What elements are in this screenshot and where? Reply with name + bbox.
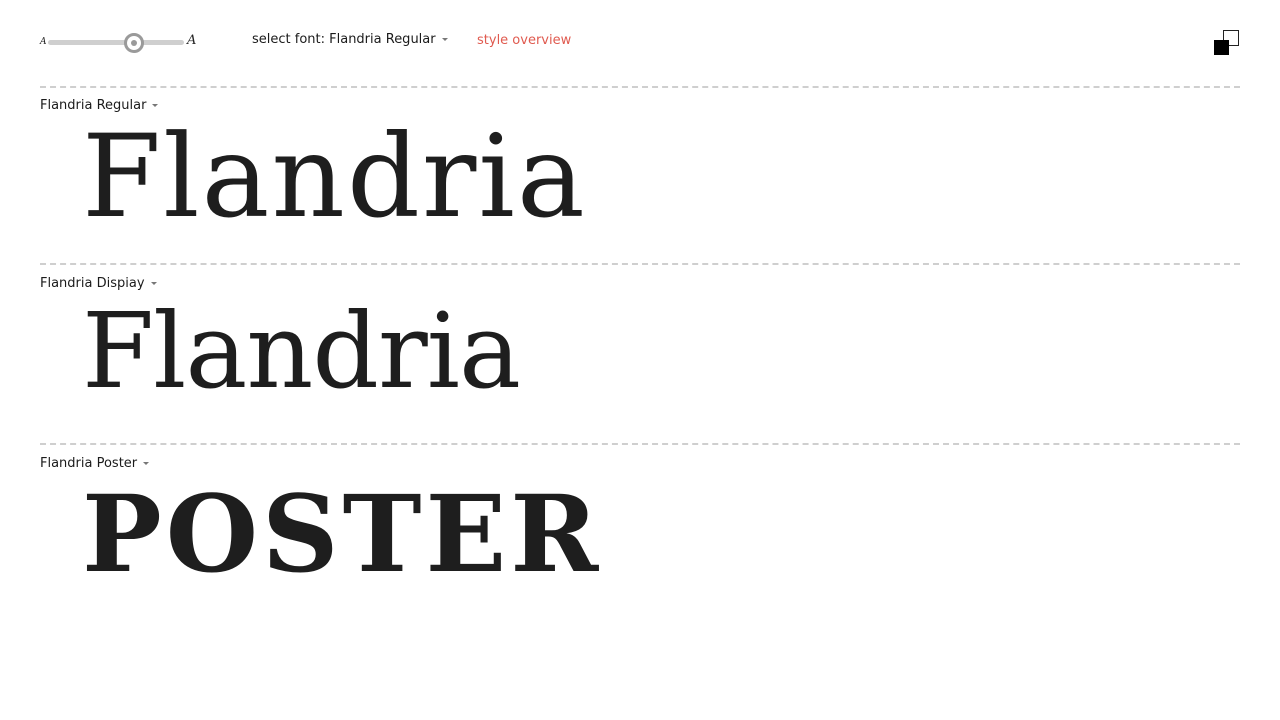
- specimen-sample-text: POSTER: [82, 471, 603, 596]
- specimen-display: Flandria Dispiay Flandria: [0, 265, 1280, 443]
- specimen-sample-text: Flandria: [82, 110, 587, 243]
- specimen-poster: Flandria Poster POSTER: [0, 445, 1280, 625]
- specimen-font-dropdown[interactable]: Flandria Poster: [40, 456, 150, 471]
- invert-colors-toggle[interactable]: [1212, 28, 1242, 58]
- black-square-icon: [1214, 40, 1229, 55]
- small-size-icon: A: [40, 37, 47, 47]
- specimen-sample-text: Flandria: [82, 290, 521, 412]
- caret-down-icon: [152, 104, 159, 107]
- specimen-font-dropdown[interactable]: Flandria Dispiay: [40, 276, 157, 291]
- font-select-dropdown[interactable]: select font: Flandria Regular: [252, 32, 448, 47]
- large-size-icon: A: [187, 33, 197, 48]
- toolbar: A A select font: Flandria Regular style …: [0, 0, 1280, 86]
- specimen-font-label: Flandria Dispiay: [40, 276, 145, 291]
- caret-down-icon: [143, 462, 150, 465]
- slider-thumb[interactable]: [123, 33, 144, 53]
- font-select-label: select font: Flandria Regular: [252, 32, 436, 47]
- font-size-slider[interactable]: A A: [38, 28, 198, 56]
- caret-down-icon: [150, 282, 157, 285]
- caret-down-icon: [441, 38, 448, 41]
- slider-track[interactable]: [48, 40, 184, 45]
- specimen-font-label: Flandria Poster: [40, 456, 138, 471]
- specimen-regular: Flandria Regular Flandria: [0, 88, 1280, 264]
- style-overview-link[interactable]: style overview: [477, 33, 571, 48]
